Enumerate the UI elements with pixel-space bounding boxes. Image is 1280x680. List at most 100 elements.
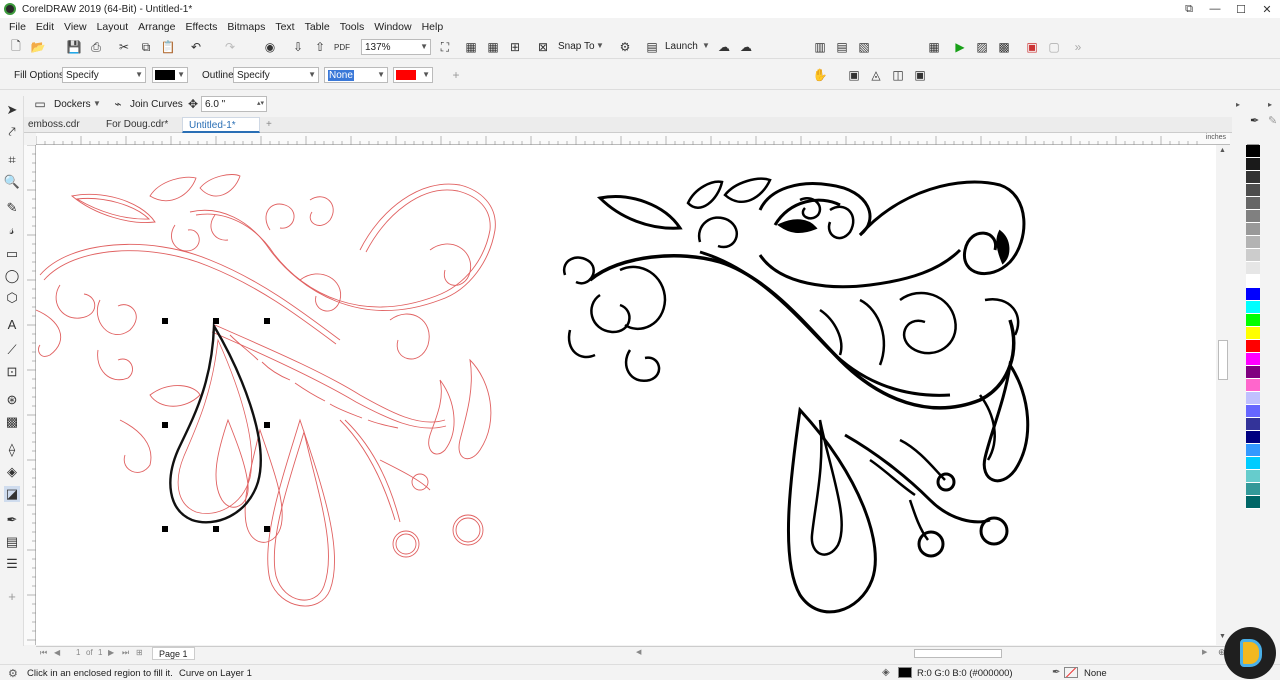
palette-swatch[interactable] xyxy=(1246,392,1260,405)
pause-icon[interactable]: ▢ xyxy=(1046,39,1062,55)
tab-emboss[interactable]: emboss.cdr xyxy=(22,117,86,133)
copy-icon[interactable]: ⧉ xyxy=(138,39,154,55)
drawing-canvas[interactable] xyxy=(36,145,1230,645)
print-icon[interactable]: ⎙ xyxy=(88,39,104,55)
polygon-tool-icon[interactable]: ⬡ xyxy=(4,290,20,306)
fill-color-indicator[interactable] xyxy=(898,667,912,678)
vertical-scroll-thumb[interactable] xyxy=(1218,340,1228,380)
minimize-icon[interactable]: — xyxy=(1202,3,1228,16)
fill-color-picker[interactable]: ▼ xyxy=(152,67,188,83)
scroll-right-icon[interactable]: ▶ xyxy=(1202,648,1207,656)
palette-swatch[interactable] xyxy=(1246,145,1260,158)
artwork[interactable] xyxy=(36,145,1230,645)
scroll-left-icon[interactable]: ◀ xyxy=(636,648,641,656)
transparency-tool-icon[interactable]: ▩ xyxy=(4,414,20,430)
palette-swatch[interactable] xyxy=(1246,496,1260,509)
publish-pdf-icon[interactable]: PDF xyxy=(334,39,350,55)
add-page-icon[interactable]: ⊞ xyxy=(136,648,143,657)
horizontal-scroll-thumb[interactable] xyxy=(914,649,1002,658)
pattern-tool-icon[interactable]: ☰ xyxy=(4,556,20,572)
outline-width-select[interactable]: None ▼ xyxy=(324,67,388,83)
save-icon[interactable]: 💾 xyxy=(66,39,82,55)
outline-select[interactable]: Specify ▼ xyxy=(233,67,319,83)
new-document-icon[interactable]: 🗋 xyxy=(8,39,24,55)
selected-paisley-curve[interactable] xyxy=(169,321,262,524)
pick-tool-icon[interactable]: ➤ xyxy=(4,102,20,118)
handshake-icon[interactable]: ✋ xyxy=(812,67,828,83)
launch-menu[interactable]: Launch xyxy=(665,41,698,52)
group-icon[interactable]: ▣ xyxy=(846,67,862,83)
cut-icon[interactable]: ✂ xyxy=(116,39,132,55)
palette-swatch[interactable] xyxy=(1246,483,1260,496)
palette-swatch[interactable] xyxy=(1246,379,1260,392)
search-content-icon[interactable]: ◉ xyxy=(262,39,278,55)
snap-to-menu[interactable]: Snap To xyxy=(558,41,595,52)
new-tab-plus-icon[interactable]: + xyxy=(260,117,278,133)
pen-icon[interactable]: ✎ xyxy=(1268,114,1277,127)
scroll-up-icon[interactable]: ▲ xyxy=(1219,147,1226,154)
options-gear-icon[interactable]: ⚙ xyxy=(617,39,633,55)
export-icon[interactable]: ⇧ xyxy=(312,39,328,55)
tab-for-doug[interactable]: For Doug.cdr* xyxy=(100,117,174,133)
palette-swatch[interactable] xyxy=(1246,288,1260,301)
black-filled-ornament[interactable] xyxy=(562,177,1030,614)
menu-edit[interactable]: Edit xyxy=(31,21,59,33)
fill-options-select[interactable]: Specify ▼ xyxy=(62,67,146,83)
dock-arrow-icon[interactable]: ▸ xyxy=(1268,100,1272,109)
palette-swatch[interactable] xyxy=(1246,301,1260,314)
freehand-tool-icon[interactable]: ✎ xyxy=(4,200,20,216)
horizontal-ruler[interactable]: inches xyxy=(35,133,1230,145)
drop-shadow-tool-icon[interactable]: ⊛ xyxy=(4,392,20,408)
menu-effects[interactable]: Effects xyxy=(180,21,222,33)
palette-swatch[interactable] xyxy=(1246,275,1260,288)
previous-page-icon[interactable]: ◀ xyxy=(54,648,60,657)
outline-color-picker[interactable]: ▼ xyxy=(393,67,433,83)
spinner-icon[interactable]: ▴▾ xyxy=(257,97,264,110)
smart-fill-tool-icon[interactable]: ◪ xyxy=(4,486,20,502)
palette-swatch[interactable] xyxy=(1246,405,1260,418)
break-apart-icon[interactable]: ◫ xyxy=(890,67,906,83)
join-curves-button[interactable]: Join Curves xyxy=(130,99,183,110)
rectangle-tool-icon[interactable]: ▭ xyxy=(4,246,20,262)
upload-cloud-icon[interactable]: ☁ xyxy=(716,39,732,55)
close-icon[interactable]: ✕ xyxy=(1254,3,1280,16)
menu-bitmaps[interactable]: Bitmaps xyxy=(222,21,270,33)
palette-swatch[interactable] xyxy=(1246,262,1260,275)
palette-swatch[interactable] xyxy=(1246,366,1260,379)
redo-icon[interactable]: ↷ xyxy=(222,39,238,55)
palette-swatch[interactable] xyxy=(1246,236,1260,249)
distance-input[interactable]: 6.0 " ▴▾ xyxy=(201,96,267,112)
add-icon[interactable]: + xyxy=(448,67,464,83)
next-page-icon[interactable]: ▶ xyxy=(108,648,114,657)
palette-swatch[interactable] xyxy=(1246,418,1260,431)
menu-view[interactable]: View xyxy=(59,21,92,33)
shape-tool-icon[interactable]: ⤤ xyxy=(4,124,20,140)
combine-icon[interactable]: ◬ xyxy=(868,67,884,83)
outline-pen-tool-icon[interactable]: ✒ xyxy=(4,512,20,528)
snap-off-icon[interactable]: ⊠ xyxy=(535,39,551,55)
menu-file[interactable]: File xyxy=(4,21,31,33)
crop-tool-icon[interactable]: ⌗ xyxy=(4,152,20,168)
scroll-down-icon[interactable]: ▼ xyxy=(1219,633,1226,640)
vertical-scrollbar[interactable]: ▲ ▼ xyxy=(1216,145,1230,645)
menu-arrange[interactable]: Arrange xyxy=(133,21,180,33)
menu-layout[interactable]: Layout xyxy=(92,21,134,33)
dock-arrow-icon[interactable]: ▸ xyxy=(1236,100,1240,109)
text-tool-icon[interactable]: A xyxy=(4,316,20,332)
show-guidelines-icon[interactable]: ⊞ xyxy=(507,39,523,55)
align-icon[interactable]: ▥ xyxy=(812,39,828,55)
last-page-icon[interactable]: ⏭ xyxy=(122,648,129,658)
status-gear-icon[interactable]: ⚙ xyxy=(8,667,18,680)
palette-swatch[interactable] xyxy=(1246,171,1260,184)
ellipse-tool-icon[interactable]: ◯ xyxy=(4,268,20,284)
run-macro-play-icon[interactable]: ▶ xyxy=(952,39,968,55)
palette-swatch[interactable] xyxy=(1246,431,1260,444)
palette-swatch[interactable] xyxy=(1246,197,1260,210)
dockers-menu[interactable]: Dockers xyxy=(54,99,91,110)
red-outline-ornament[interactable] xyxy=(36,174,496,607)
palette-swatch[interactable] xyxy=(1246,457,1260,470)
convert-icon[interactable]: ▣ xyxy=(912,67,928,83)
palette-swatch[interactable] xyxy=(1246,314,1260,327)
eyedropper-icon[interactable]: ✒ xyxy=(1250,114,1259,127)
color-eyedropper-icon[interactable]: ▤ xyxy=(4,534,20,550)
